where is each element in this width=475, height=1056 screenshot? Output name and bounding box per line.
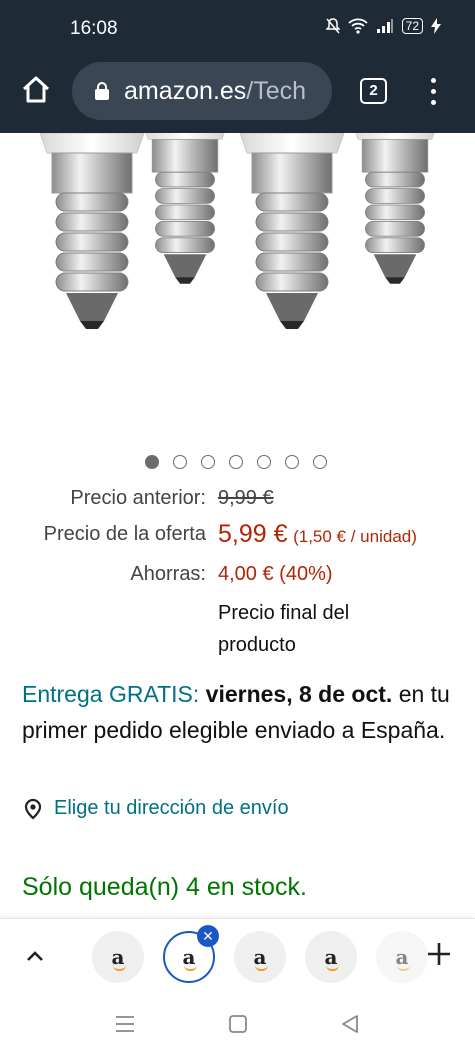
location-pin-icon: [24, 798, 42, 819]
previous-price-label: Precio anterior:: [70, 487, 206, 509]
carousel-dot[interactable]: [229, 455, 243, 469]
overflow-menu-icon[interactable]: [424, 76, 442, 106]
amazon-logo-icon: a: [324, 945, 339, 971]
offer-price-row: 5,99 € (1,50 € / unidad): [218, 520, 417, 549]
previous-price: 9,99 €: [218, 487, 274, 509]
carousel-dot[interactable]: [201, 455, 215, 469]
system-navigation-bar: [0, 992, 475, 1056]
url-host: amazon.es: [124, 76, 247, 105]
amazon-logo-icon: a: [182, 945, 197, 971]
delivery-info: Entrega GRATIS: viernes, 8 de oct. en tu…: [22, 676, 462, 748]
carousel-dot[interactable]: [145, 455, 159, 469]
savings-label: Ahorras:: [130, 563, 206, 585]
offer-price-label: Precio de la oferta: [43, 523, 206, 545]
wifi-icon: [348, 18, 368, 34]
lock-icon: [95, 82, 109, 100]
close-tab-icon[interactable]: ✕: [197, 925, 219, 947]
signal-icon: [376, 19, 393, 33]
tab-thumbnail[interactable]: a: [376, 931, 428, 983]
final-price-note: Precio final del producto: [218, 602, 350, 656]
recent-apps-icon[interactable]: [114, 1014, 136, 1034]
url-bar[interactable]: amazon.es/Tech: [72, 62, 332, 120]
amazon-logo-icon: a: [111, 945, 126, 971]
chevron-up-icon[interactable]: [24, 945, 46, 967]
product-image[interactable]: [0, 133, 475, 433]
carousel-dot[interactable]: [313, 455, 327, 469]
choose-address-label[interactable]: Elige tu dirección de envío: [54, 797, 289, 820]
url-text: amazon.es/Tech: [124, 77, 306, 106]
tab-switcher-button[interactable]: 2: [360, 78, 387, 104]
stock-status: Sólo queda(n) 4 en stock.: [22, 873, 307, 901]
carousel-dot[interactable]: [257, 455, 271, 469]
tab-thumbnail[interactable]: a: [305, 931, 357, 983]
tab-thumbnail[interactable]: a: [92, 931, 144, 983]
carousel-dot[interactable]: [285, 455, 299, 469]
home-system-icon[interactable]: [228, 1014, 248, 1034]
unit-price: (1,50 € / unidad): [293, 527, 417, 546]
bulb-image: [39, 133, 439, 330]
delivery-date: viernes, 8 de oct.: [205, 681, 393, 707]
browser-toolbar: 16:08 72 amazon.es/Tech 2: [0, 0, 475, 133]
choose-address-link[interactable]: Elige tu dirección de envío: [22, 797, 289, 820]
status-time: 16:08: [70, 18, 118, 39]
offer-price: 5,99 €: [218, 520, 288, 548]
tab-thumbnail[interactable]: a: [234, 931, 286, 983]
url-path: /Tech: [246, 76, 307, 105]
savings-value: 4,00 € (40%): [218, 563, 333, 585]
amazon-logo-icon: a: [395, 945, 410, 971]
tab-strip: a a ✕ a a a: [0, 918, 475, 992]
battery-icon: 72: [401, 18, 423, 34]
charging-icon: [431, 18, 441, 34]
image-carousel-dots[interactable]: [145, 455, 327, 469]
new-tab-icon[interactable]: [424, 939, 454, 969]
carousel-dot[interactable]: [173, 455, 187, 469]
status-icons: 72: [325, 18, 441, 34]
home-icon[interactable]: [20, 74, 52, 106]
back-icon[interactable]: [340, 1014, 360, 1034]
free-delivery-label[interactable]: Entrega GRATIS:: [22, 681, 199, 707]
amazon-logo-icon: a: [253, 945, 268, 971]
mute-icon: [325, 18, 340, 34]
